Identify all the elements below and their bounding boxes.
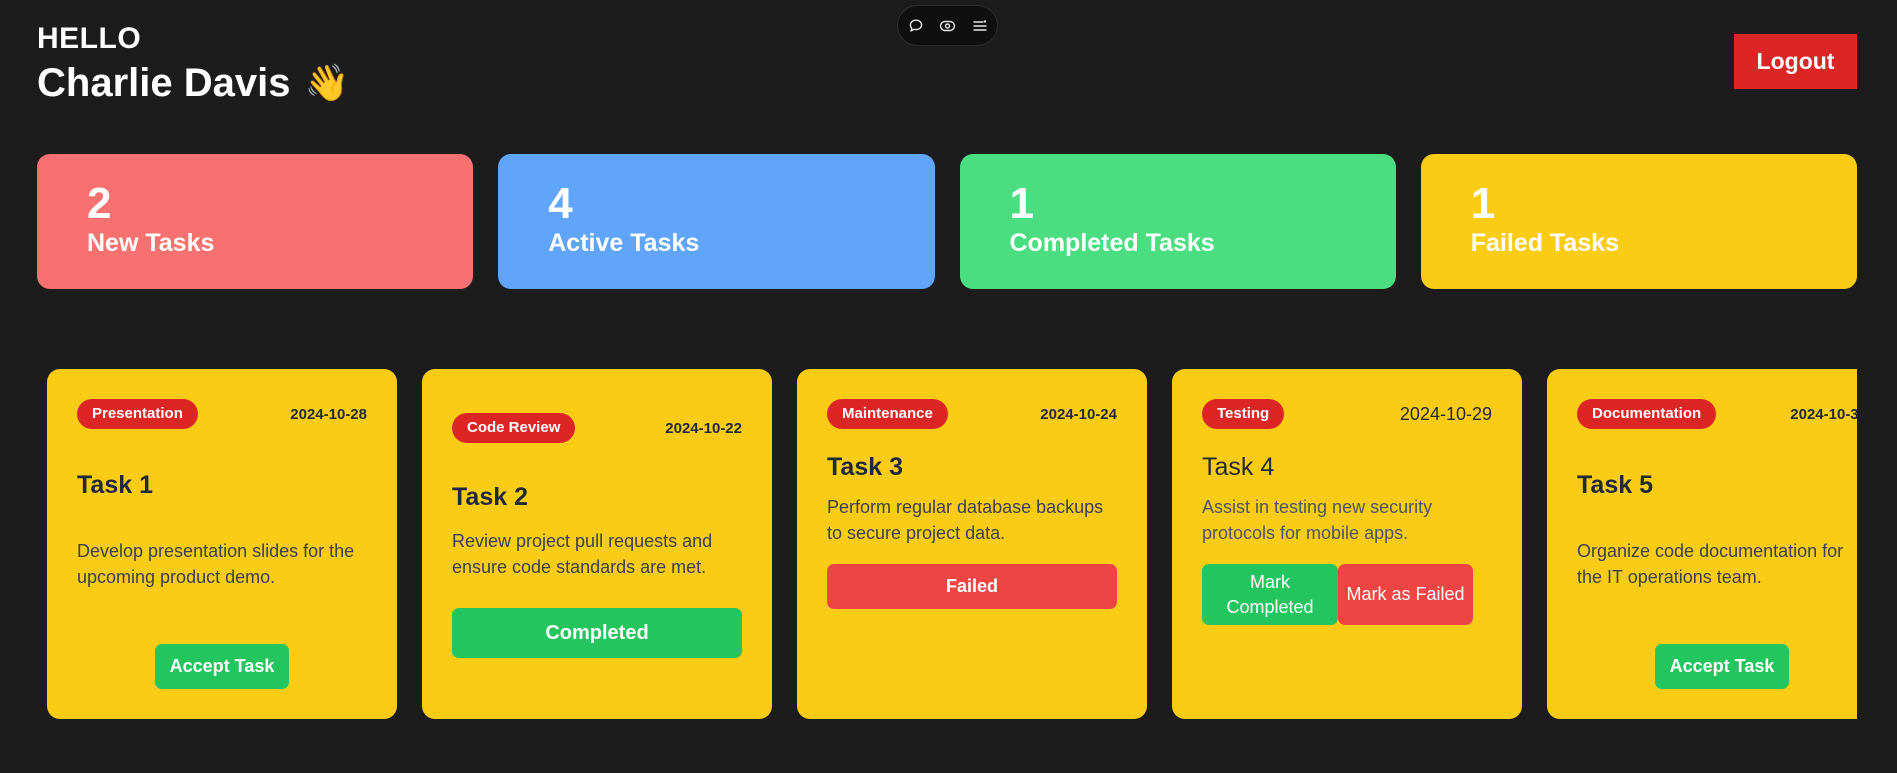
task-actions: Mark Completed Mark as Failed <box>1202 564 1492 625</box>
task-description: Organize code documentation for the IT o… <box>1577 541 1844 587</box>
task-title: Task 4 <box>1202 453 1275 481</box>
task-date: 2024-10-24 <box>1040 405 1117 423</box>
task-date: 2024-10-29 <box>1399 403 1492 424</box>
category-badge: Maintenance <box>827 399 948 429</box>
accept-task-button[interactable]: Accept Task <box>155 644 289 689</box>
task-title: Task 2 <box>452 483 528 511</box>
category-badge: Testing <box>1202 399 1285 429</box>
category-badge: Documentation <box>1577 399 1717 429</box>
eye-icon[interactable] <box>939 17 957 35</box>
task-date: 2024-10-31 <box>1790 405 1857 423</box>
failed-status-button[interactable]: Failed <box>827 564 1117 609</box>
task-description: Develop presentation slides for the upco… <box>77 541 355 587</box>
task-header: Code Review 2024-10-22 <box>452 413 742 443</box>
task-stats: 2 New Tasks 4 Active Tasks 1 Completed T… <box>37 154 1857 289</box>
task-card: Documentation 2024-10-31 Task 5 Organize… <box>1547 369 1857 719</box>
greeting: HELLO Charlie Davis 👋 <box>37 20 349 108</box>
category-badge: Code Review <box>452 413 576 443</box>
chat-bubble-icon[interactable] <box>907 17 925 35</box>
task-card: Maintenance 2024-10-24 Task 3 Perform re… <box>797 369 1147 719</box>
task-title: Task 5 <box>1577 471 1653 499</box>
stat-count: 4 <box>548 179 573 228</box>
stat-count: 1 <box>1009 179 1034 228</box>
stat-count: 1 <box>1470 179 1496 228</box>
stat-card-active: 4 Active Tasks <box>498 154 935 289</box>
task-title: Task 1 <box>77 471 153 499</box>
stat-label: Failed Tasks <box>1470 229 1619 257</box>
task-card: Code Review 2024-10-22 Task 2 Review pro… <box>422 369 772 719</box>
stat-label: Completed Tasks <box>1009 229 1215 257</box>
task-title: Task 3 <box>827 453 903 481</box>
stat-card-completed: 1 Completed Tasks <box>959 154 1396 289</box>
task-header: Maintenance 2024-10-24 <box>827 399 1117 429</box>
menu-lines-icon[interactable] <box>971 17 989 35</box>
task-card: Testing 2024-10-29 Task 4 Assist in test… <box>1172 369 1522 719</box>
task-list[interactable]: Presentation 2024-10-28 Task 1 Develop p… <box>47 369 1857 719</box>
waving-hand-icon: 👋 <box>304 62 350 103</box>
logout-button[interactable]: Logout <box>1734 34 1857 89</box>
task-header: Presentation 2024-10-28 <box>77 399 367 429</box>
category-badge: Presentation <box>77 399 198 429</box>
mark-failed-button[interactable]: Mark as Failed <box>1338 564 1473 625</box>
task-date: 2024-10-28 <box>290 405 367 423</box>
completed-status-button[interactable]: Completed <box>452 608 742 658</box>
task-header: Testing 2024-10-29 <box>1202 399 1492 429</box>
stat-label: New Tasks <box>87 229 215 257</box>
task-description: Review project pull requests and ensure … <box>452 531 713 577</box>
floating-toolbar <box>897 5 998 46</box>
task-date: 2024-10-22 <box>665 419 742 437</box>
task-description: Assist in testing new security protocols… <box>1202 497 1433 543</box>
user-name: Charlie Davis <box>37 61 291 105</box>
hello-text: HELLO <box>37 22 142 55</box>
user-name-row: Charlie Davis 👋 <box>37 58 349 108</box>
stat-count: 2 <box>87 179 112 228</box>
task-track: Presentation 2024-10-28 Task 1 Develop p… <box>47 369 1857 719</box>
stat-label: Active Tasks <box>548 229 700 257</box>
stat-card-failed: 1 Failed Tasks <box>1420 154 1857 289</box>
task-header: Documentation 2024-10-31 <box>1577 399 1857 429</box>
stat-card-new: 2 New Tasks <box>37 154 474 289</box>
mark-completed-button[interactable]: Mark Completed <box>1202 564 1338 625</box>
task-card: Presentation 2024-10-28 Task 1 Develop p… <box>47 369 397 719</box>
accept-task-button[interactable]: Accept Task <box>1655 644 1789 689</box>
task-description: Perform regular database backups to secu… <box>827 497 1104 543</box>
